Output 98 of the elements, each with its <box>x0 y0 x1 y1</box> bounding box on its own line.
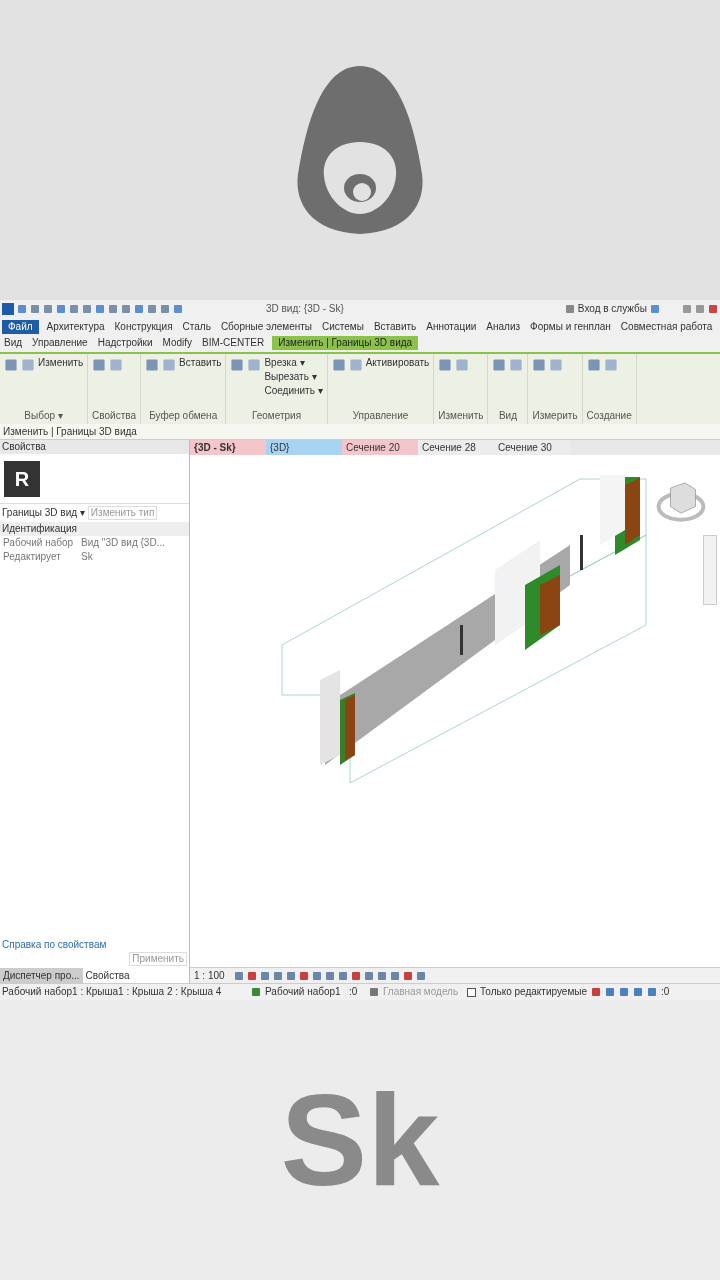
window-title: 3D вид: {3D - Sk} <box>266 304 344 314</box>
selection-filter-icon[interactable] <box>605 987 616 997</box>
panel-label: Измерить <box>532 411 578 421</box>
selection-filter-icon[interactable] <box>619 987 630 997</box>
caption-text: Sk <box>280 1065 440 1215</box>
ribbon-tab[interactable]: Сталь <box>180 320 213 334</box>
filter-count: :0 <box>661 987 670 997</box>
view-tab[interactable]: Сечение 20 <box>342 440 418 455</box>
tool-icon[interactable] <box>162 358 177 372</box>
workset-icon[interactable] <box>251 987 261 997</box>
section-header: Идентификация <box>0 522 189 536</box>
ribbon-tab[interactable]: Modify <box>160 336 194 350</box>
tool-icon[interactable] <box>455 358 470 372</box>
selection-filter-icon[interactable] <box>591 987 602 997</box>
view-control-icon[interactable] <box>311 970 322 981</box>
panel-label: Изменить <box>438 411 484 421</box>
design-options-icon[interactable] <box>369 987 379 997</box>
panel-header: Свойства <box>0 440 189 454</box>
context-bar: Изменить | Границы 3D вида <box>0 424 720 440</box>
view-tab[interactable]: {3D} <box>266 440 342 455</box>
sign-in-link[interactable]: Вход в службы <box>577 304 647 314</box>
selection-count: :0 <box>349 987 359 997</box>
type-selector[interactable]: Границы 3D вид ▾ <box>2 508 85 518</box>
ribbon-tab[interactable]: Файл <box>2 320 39 334</box>
ribbon-tab[interactable]: Конструкция <box>112 320 175 334</box>
tool-icon[interactable] <box>145 358 160 372</box>
tool-icon[interactable] <box>438 358 453 372</box>
view-control-icon[interactable] <box>259 970 270 981</box>
view-control-icon[interactable] <box>415 970 426 981</box>
panel-tab[interactable]: Диспетчер про... <box>0 968 83 983</box>
tool-icon[interactable] <box>230 358 245 372</box>
view-control-icon[interactable] <box>363 970 374 981</box>
ribbon-tab[interactable]: Надстройки <box>95 336 155 350</box>
ribbon-tab[interactable]: Формы и генплан <box>528 320 613 334</box>
tool-icon[interactable] <box>603 358 618 372</box>
status-message: Рабочий набор1 : Крыша1 : Крыша 2 : Крыша 4 <box>2 987 223 997</box>
property-value: Sk <box>81 552 93 562</box>
tool-icon[interactable] <box>532 358 547 372</box>
view-control-icon[interactable] <box>350 970 361 981</box>
ribbon-button[interactable]: Активировать <box>365 358 430 368</box>
ribbon-tab[interactable]: Анализ <box>484 320 523 334</box>
view-tab[interactable]: Сечение 30 <box>494 440 570 455</box>
view-control-icon[interactable] <box>272 970 283 981</box>
view-scale[interactable]: 1 : 100 <box>194 970 225 981</box>
panel-label: Выбор ▾ <box>23 411 64 421</box>
selection-filter-icon[interactable] <box>647 987 658 997</box>
view-tab[interactable]: Сечение 28 <box>418 440 494 455</box>
view-control-icon[interactable] <box>402 970 413 981</box>
ribbon-button[interactable]: Вырезать ▾ <box>264 372 323 382</box>
view-control-icon[interactable] <box>246 970 257 981</box>
panel-label: Создание <box>586 411 632 421</box>
ribbon-tab[interactable]: Архитектура <box>44 320 107 334</box>
tool-icon[interactable] <box>331 358 346 372</box>
tool-icon[interactable] <box>4 358 18 372</box>
property-value: Вид "3D вид {3D... <box>81 538 165 548</box>
view-control-icon[interactable] <box>337 970 348 981</box>
view-control-icon[interactable] <box>324 970 335 981</box>
panel-label: Геометрия <box>250 411 303 421</box>
ribbon-tab[interactable]: Сборные элементы <box>218 320 314 334</box>
panel-label: Управление <box>351 411 410 421</box>
view-tab[interactable]: {3D - Sk} <box>190 440 266 455</box>
view-control-icon[interactable] <box>376 970 387 981</box>
editable-only-label: Только редактируемые <box>480 987 588 997</box>
tool-icon[interactable] <box>586 358 601 372</box>
selection-filter-icon[interactable] <box>633 987 644 997</box>
property-name: Рабочий набор <box>3 538 75 548</box>
ribbon-button[interactable]: Соединить ▾ <box>264 386 323 396</box>
workset-selector[interactable]: Рабочий набор1 <box>265 987 345 997</box>
ribbon-tab[interactable]: Управление <box>30 336 90 350</box>
ribbon-tab[interactable]: Аннотации <box>424 320 479 334</box>
revit-logo-icon: R <box>4 460 40 497</box>
ribbon-tab[interactable]: BIM-CENTER <box>200 336 267 350</box>
panel-label: Буфер обмена <box>148 411 219 421</box>
tool-icon[interactable] <box>509 358 524 372</box>
panel-label: Свойства <box>92 411 137 421</box>
tool-icon[interactable] <box>109 358 124 372</box>
view-control-icon[interactable] <box>285 970 296 981</box>
view-control-icon[interactable] <box>233 970 244 981</box>
ribbon-tab[interactable]: Вид <box>2 336 25 350</box>
ribbon-tab[interactable]: Совместная работа <box>618 320 715 334</box>
view-control-icon[interactable] <box>298 970 309 981</box>
ribbon-button[interactable]: Вставить <box>179 358 222 368</box>
ribbon-tab[interactable]: Изменить | Границы 3D вида <box>272 336 419 350</box>
property-name: Редактирует <box>3 552 62 562</box>
ribbon-tab[interactable]: Системы <box>320 320 366 334</box>
tool-icon[interactable] <box>247 358 262 372</box>
editable-only-checkbox[interactable] <box>467 987 476 997</box>
ribbon-tab[interactable]: Вставить <box>371 320 419 334</box>
tool-icon[interactable] <box>92 358 107 372</box>
tool-icon[interactable] <box>21 358 35 372</box>
tool-icon[interactable] <box>549 358 564 372</box>
ribbon-button[interactable]: Врезка ▾ <box>264 358 323 368</box>
tool-icon[interactable] <box>348 358 363 372</box>
ribbon-button[interactable]: Изменить <box>38 358 84 368</box>
panel-label: Вид <box>497 411 518 421</box>
tool-icon[interactable] <box>492 358 507 372</box>
view-control-icon[interactable] <box>389 970 400 981</box>
help-link[interactable]: Справка по свойствам <box>2 940 107 950</box>
